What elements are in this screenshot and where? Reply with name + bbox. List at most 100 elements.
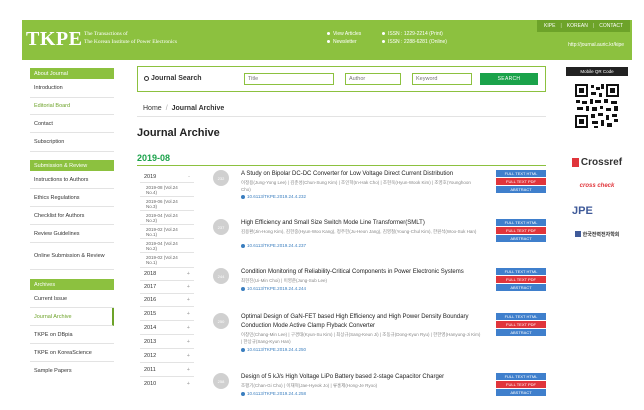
- issue-item[interactable]: 2019-02 (Vol.24 No.1): [140, 225, 194, 239]
- full-text-html-button[interactable]: FULL TEXT HTML: [496, 268, 546, 275]
- sidebar-item-sample-papers[interactable]: Sample Papers: [30, 362, 114, 380]
- divider: |: [592, 23, 595, 29]
- year-item[interactable]: 2016 +: [140, 294, 194, 307]
- title-input[interactable]: [244, 73, 334, 85]
- year-item[interactable]: 2010 +: [140, 377, 194, 391]
- full-text-pdf-button[interactable]: FULL TEXT PDF: [496, 381, 546, 388]
- sidebar-item-online-submission[interactable]: Online Submission & Review: [30, 243, 114, 270]
- year-list: 2019- 2019-08 (Vol.24 No.4) 2019-06 (Vol…: [140, 171, 194, 391]
- abstract-button[interactable]: ABSTRACT: [496, 329, 546, 336]
- expand-icon: +: [186, 381, 190, 387]
- site-logo[interactable]: TKPE: [26, 28, 82, 51]
- kipe-logo[interactable]: 한국전력전자학회: [568, 226, 626, 242]
- issn-info: ISSN : 1229-2214 (Print) ISSN : 2288-628…: [382, 30, 447, 46]
- doi-icon: [241, 347, 245, 352]
- article-doi[interactable]: 10.6113/TKPE.2019.24.4.244: [241, 286, 306, 291]
- sidebar-heading-about: About Journal: [30, 68, 114, 79]
- full-text-html-button[interactable]: FULL TEXT HTML: [496, 170, 546, 177]
- top-link-contact[interactable]: CONTACT: [596, 23, 626, 29]
- expand-icon: +: [186, 310, 190, 317]
- full-text-pdf-button[interactable]: FULL TEXT PDF: [496, 178, 546, 185]
- site-header: TKPE The Transactions of The Korean Inst…: [22, 20, 632, 60]
- article-title[interactable]: Design of 5 kJ/s High Voltage LiPo Batte…: [241, 373, 481, 382]
- issue-item[interactable]: 2019-08 (Vol.24 No.4): [140, 183, 194, 197]
- full-text-html-button[interactable]: FULL TEXT HTML: [496, 219, 546, 226]
- top-link-korean[interactable]: KOREAN: [564, 23, 591, 29]
- journal-url[interactable]: http://journal.auric.kr/kipe: [568, 42, 624, 48]
- sidebar-item-review-guidelines[interactable]: Review Guidelines: [30, 225, 114, 243]
- breadcrumb-home[interactable]: Home: [143, 105, 162, 112]
- article-actions: FULL TEXT HTML FULL TEXT PDF ABSTRACT: [496, 268, 546, 292]
- article-title[interactable]: A Study on Bipolar DC-DC Converter for L…: [241, 170, 481, 179]
- article-title[interactable]: Optimal Design of GaN-FET based High Eff…: [241, 313, 481, 330]
- sidebar-item-contact[interactable]: Contact: [30, 115, 114, 133]
- year-item[interactable]: 2018 +: [140, 268, 194, 281]
- full-text-pdf-button[interactable]: FULL TEXT PDF: [496, 321, 546, 328]
- crosscheck-logo[interactable]: cross check: [568, 176, 626, 196]
- issue-item[interactable]: 2019-04 (Vol.24 No.2): [140, 211, 194, 225]
- expand-icon: +: [186, 271, 190, 277]
- issue-item[interactable]: 2019-04 (Vol.24 No.2): [140, 239, 194, 253]
- sidebar-item-journal-archive[interactable]: Journal Archive: [30, 308, 114, 326]
- expand-icon: +: [186, 352, 190, 359]
- sidebar-item-instructions[interactable]: Instructions to Authors: [30, 171, 114, 189]
- year-item[interactable]: 2011 +: [140, 363, 194, 377]
- issn-print: ISSN : 1229-2214 (Print): [382, 30, 447, 38]
- full-text-pdf-button[interactable]: FULL TEXT PDF: [496, 227, 546, 234]
- abstract-button[interactable]: ABSTRACT: [496, 235, 546, 242]
- author-input[interactable]: [345, 73, 401, 85]
- divider: |: [560, 23, 562, 29]
- expand-icon: +: [186, 297, 190, 303]
- abstract-button[interactable]: ABSTRACT: [496, 284, 546, 291]
- article-doi[interactable]: 10.6113/TKPE.2019.24.4.250: [241, 347, 306, 352]
- abstract-button[interactable]: ABSTRACT: [496, 186, 546, 193]
- keyword-input[interactable]: [412, 73, 472, 85]
- header-link-newsletter[interactable]: Newsletter: [327, 38, 361, 46]
- sidebar-item-ethics[interactable]: Ethics Regulations: [30, 189, 114, 207]
- article-authors: 이정용(Jung-Yong Lee) | 김춘성(Chun-Sung Kim) …: [241, 180, 471, 192]
- full-text-html-button[interactable]: FULL TEXT HTML: [496, 313, 546, 320]
- year-item[interactable]: 2015 +: [140, 307, 194, 321]
- article-doi[interactable]: 10.6113/TKPE.2019.24.4.237: [241, 243, 306, 248]
- year-item[interactable]: 2012 +: [140, 349, 194, 363]
- abstract-button[interactable]: ABSTRACT: [496, 389, 546, 396]
- year-item[interactable]: 2017 +: [140, 281, 194, 294]
- search-button[interactable]: SEARCH: [480, 73, 538, 85]
- sidebar-heading-archives: Archives: [30, 279, 114, 290]
- year-item-2019[interactable]: 2019-: [140, 171, 194, 183]
- sidebar-item-editorial-board[interactable]: Editorial Board: [30, 98, 114, 115]
- article-title[interactable]: Condition Monitoring of Reliability-Crit…: [241, 268, 481, 277]
- year-item[interactable]: 2014 +: [140, 321, 194, 335]
- header-links: View Articles Newsletter: [327, 30, 361, 46]
- expand-icon: +: [186, 324, 190, 331]
- year-item[interactable]: 2013 +: [140, 335, 194, 349]
- article-title[interactable]: High Efficiency and Small Size Switch Mo…: [241, 219, 481, 228]
- bullet-icon: [382, 40, 385, 44]
- article-page-badge: 244: [213, 268, 229, 284]
- sidebar-item-koreascience[interactable]: TKPE on KoreaScience: [30, 344, 114, 362]
- crossref-logo[interactable]: Crossref: [568, 152, 626, 172]
- issue-date: 2019-08: [137, 153, 171, 163]
- sidebar-item-subscription[interactable]: Subscription: [30, 133, 114, 152]
- journal-name-line1: The Transactions of: [84, 31, 128, 37]
- sidebar-item-dbpia[interactable]: TKPE on DBpia: [30, 326, 114, 344]
- full-text-html-button[interactable]: FULL TEXT HTML: [496, 373, 546, 380]
- article-authors: 조평기(Chan-Gi Cho) | 이재혁(Jae-Hyeok Jo) | 류…: [241, 383, 378, 388]
- article-doi[interactable]: 10.6113/TKPE.2019.24.4.258: [241, 391, 306, 396]
- full-text-pdf-button[interactable]: FULL TEXT PDF: [496, 276, 546, 283]
- sidebar-item-introduction[interactable]: Introduction: [30, 79, 114, 98]
- jpe-logo[interactable]: JPE: [568, 200, 626, 222]
- article-page-badge: 232: [213, 170, 229, 186]
- crossref-icon: [571, 157, 579, 167]
- article-doi[interactable]: 10.6113/TKPE.2019.24.4.232: [241, 194, 306, 199]
- issue-item[interactable]: 2019-02 (Vol.24 No.1): [140, 253, 194, 268]
- issn-online: ISSN : 2288-6281 (Online): [382, 38, 447, 46]
- article-actions: FULL TEXT HTML FULL TEXT PDF ABSTRACT: [496, 170, 546, 194]
- top-link-kipe[interactable]: KIPE: [541, 23, 558, 29]
- header-link-view-articles[interactable]: View Articles: [327, 30, 361, 38]
- sidebar-item-checklist[interactable]: Checklist for Authors: [30, 207, 114, 225]
- issue-item[interactable]: 2019-06 (Vol.24 No.3): [140, 197, 194, 211]
- sidebar-item-current-issue[interactable]: Current Issue: [30, 290, 114, 308]
